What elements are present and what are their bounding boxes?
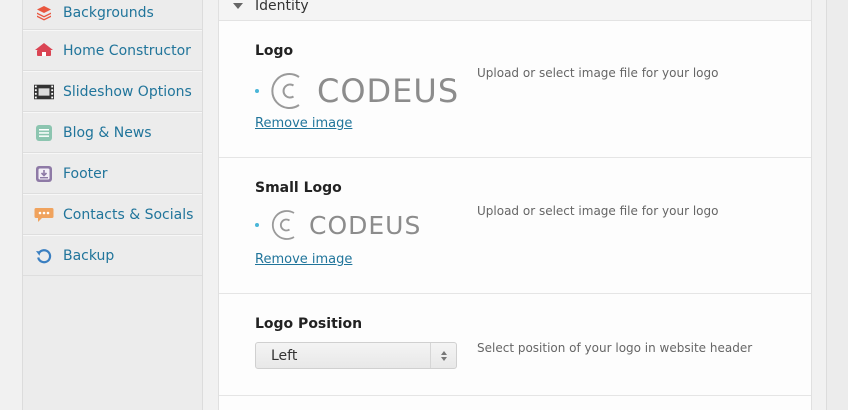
field-small-logo: Small Logo CODEUS Remove image Upload or… <box>219 158 811 294</box>
sidebar-item-contacts-socials[interactable]: Contacts & Socials <box>23 194 202 235</box>
film-icon <box>34 82 54 102</box>
download-box-icon <box>34 164 54 184</box>
sidebar-item-label: Backgrounds <box>63 5 154 21</box>
select-value: Left <box>271 347 298 364</box>
collapse-triangle-icon[interactable] <box>233 3 243 9</box>
sidebar-item-blog-news[interactable]: Blog & News <box>23 112 202 153</box>
sidebar-item-label: Slideshow Options <box>63 83 192 100</box>
field-description: Upload or select image file for your log… <box>477 66 719 80</box>
refresh-icon <box>34 246 54 266</box>
bullet-dot <box>255 89 259 93</box>
sidebar-item-home-constructor[interactable]: Home Constructor <box>23 30 202 71</box>
logo-preview: CODEUS <box>255 71 459 111</box>
section-header-identity[interactable]: Identity <box>219 0 811 21</box>
logo-wordmark: CODEUS <box>309 210 422 240</box>
sidebar-item-slideshow-options[interactable]: Slideshow Options <box>23 71 202 112</box>
field-logo: Logo CODEUS Remove image Upload or selec… <box>219 21 811 158</box>
house-icon <box>34 41 54 61</box>
sidebar-item-label: Contacts & Socials <box>63 206 194 223</box>
bullet-dot <box>255 223 259 227</box>
field-label: Logo Position <box>255 316 363 332</box>
document-icon <box>34 123 54 143</box>
logo-wordmark: CODEUS <box>317 72 460 110</box>
logo-position-select[interactable]: Left <box>255 342 457 369</box>
field-label: Logo <box>255 43 294 59</box>
layers-icon <box>34 3 54 23</box>
section-title: Identity <box>255 0 309 14</box>
field-description: Upload or select image file for your log… <box>477 204 719 218</box>
remove-image-link[interactable]: Remove image <box>255 116 352 131</box>
sidebar-item-footer[interactable]: Footer <box>23 153 202 194</box>
sidebar-item-label: Footer <box>63 165 108 182</box>
field-description: Select position of your logo in website … <box>477 341 753 355</box>
sidebar-item-label: Backup <box>63 247 115 264</box>
sidebar-item-label: Blog & News <box>63 124 152 141</box>
options-panel: Identity Logo CODEUS Remove image Upload… <box>218 0 812 410</box>
field-label: Small Logo <box>255 180 342 196</box>
sidebar-item-backgrounds[interactable]: Backgrounds <box>23 0 202 30</box>
codeus-mark-icon <box>271 73 300 109</box>
speech-bubble-icon <box>34 205 54 225</box>
sidebar-item-backup[interactable]: Backup <box>23 235 202 276</box>
small-logo-preview: CODEUS <box>255 208 421 242</box>
right-gutter <box>826 0 848 410</box>
remove-image-link[interactable]: Remove image <box>255 252 352 267</box>
codeus-mark-icon <box>271 210 295 240</box>
options-sidebar: Backgrounds Home Constructor Slideshow O… <box>22 0 203 410</box>
field-logo-position: Logo Position Left Select position of yo… <box>219 294 811 396</box>
select-arrows-icon <box>430 343 456 368</box>
sidebar-item-label: Home Constructor <box>63 42 191 59</box>
